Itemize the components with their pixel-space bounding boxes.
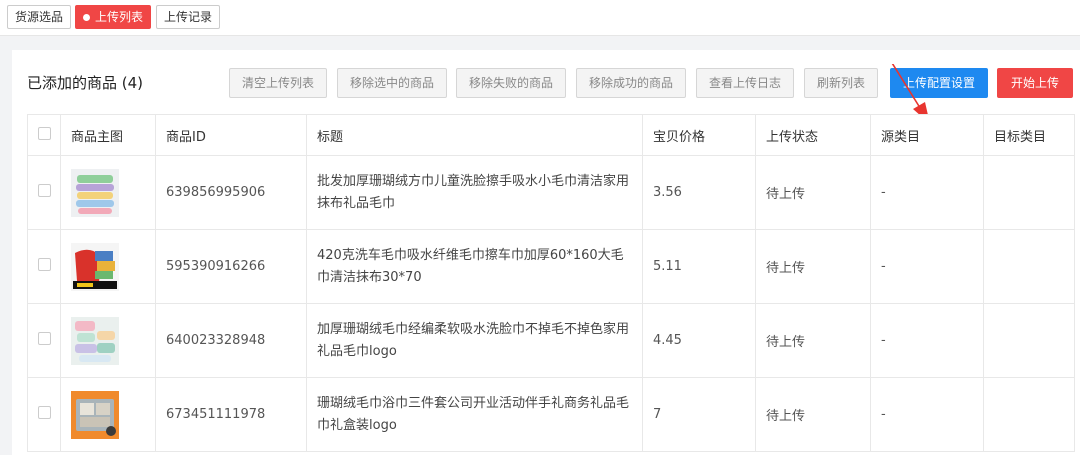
product-title: 加厚珊瑚绒毛巾经编柔软吸水洗脸巾不掉毛不掉色家用礼品毛巾logo [306, 303, 643, 378]
active-dot-icon [83, 14, 90, 21]
upload-status: 待上传 [755, 155, 871, 230]
section-title: 已添加的商品 (4) [27, 74, 144, 92]
remove-success-button[interactable]: 移除成功的商品 [576, 68, 686, 98]
product-thumbnail [71, 316, 119, 365]
source-category: - [870, 303, 984, 378]
source-category: - [870, 229, 984, 304]
table-row[interactable]: 640023328948 加厚珊瑚绒毛巾经编柔软吸水洗脸巾不掉毛不掉色家用礼品毛… [27, 303, 1075, 378]
table-row[interactable]: 595390916266 420克洗车毛巾吸水纤维毛巾擦车巾加厚60*160大毛… [27, 229, 1075, 304]
target-category [983, 303, 1075, 378]
header-main-image: 商品主图 [60, 114, 156, 156]
view-upload-log-button[interactable]: 查看上传日志 [696, 68, 794, 98]
product-price: 5.11 [642, 229, 756, 304]
row-checkbox[interactable] [38, 184, 51, 197]
product-id: 640023328948 [155, 303, 307, 378]
source-category: - [870, 377, 984, 452]
product-thumbnail [71, 168, 119, 217]
upload-status: 待上传 [755, 303, 871, 378]
tab-source-selection[interactable]: 货源选品 [7, 5, 72, 29]
product-title: 420克洗车毛巾吸水纤维毛巾擦车巾加厚60*160大毛巾清洁抹布30*70 [306, 229, 643, 304]
table-header-row: 商品主图 商品ID 标题 宝贝价格 上传状态 源类目 目标类目 [27, 114, 1075, 156]
target-category [983, 229, 1075, 304]
select-all-checkbox[interactable] [38, 126, 51, 140]
row-checkbox[interactable] [38, 406, 51, 419]
product-thumbnail [71, 390, 119, 439]
product-title: 批发加厚珊瑚绒方巾儿童洗脸擦手吸水小毛巾清洁家用抹布礼品毛巾 [306, 155, 643, 230]
refresh-list-button[interactable]: 刷新列表 [804, 68, 878, 98]
header-price: 宝贝价格 [642, 114, 756, 156]
header-product-id: 商品ID [155, 114, 307, 156]
upload-settings-button[interactable]: 上传配置设置 [890, 68, 988, 98]
table-row[interactable]: 639856995906 批发加厚珊瑚绒方巾儿童洗脸擦手吸水小毛巾清洁家用抹布礼… [27, 155, 1075, 230]
tab-upload-records[interactable]: 上传记录 [156, 5, 221, 29]
upload-status: 待上传 [755, 229, 871, 304]
header-upload-status: 上传状态 [755, 114, 871, 156]
upload-list-panel: 已添加的商品 (4) 清空上传列表 移除选中的商品 移除失败的商品 移除成功的商… [12, 50, 1080, 455]
target-category [983, 377, 1075, 452]
product-title: 珊瑚绒毛巾浴巾三件套公司开业活动伴手礼商务礼品毛巾礼盒装logo [306, 377, 643, 452]
top-tab-bar: 货源选品 上传列表 上传记录 [0, 0, 1080, 36]
upload-status: 待上传 [755, 377, 871, 452]
row-checkbox[interactable] [38, 332, 51, 345]
product-id: 673451111978 [155, 377, 307, 452]
table-row[interactable]: 673451111978 珊瑚绒毛巾浴巾三件套公司开业活动伴手礼商务礼品毛巾礼盒… [27, 377, 1075, 452]
remove-selected-button[interactable]: 移除选中的商品 [337, 68, 447, 98]
header-title: 标题 [306, 114, 643, 156]
product-table: 商品主图 商品ID 标题 宝贝价格 上传状态 源类目 目标类目 63985699… [27, 114, 1075, 452]
product-price: 3.56 [642, 155, 756, 230]
product-price: 4.45 [642, 303, 756, 378]
tab-upload-list-label: 上传列表 [95, 10, 144, 24]
product-id: 595390916266 [155, 229, 307, 304]
clear-list-button[interactable]: 清空上传列表 [229, 68, 327, 98]
product-id: 639856995906 [155, 155, 307, 230]
product-thumbnail [71, 242, 119, 291]
remove-failed-button[interactable]: 移除失败的商品 [456, 68, 566, 98]
product-price: 7 [642, 377, 756, 452]
tab-upload-list[interactable]: 上传列表 [75, 5, 152, 29]
target-category [983, 155, 1075, 230]
header-source-category: 源类目 [870, 114, 984, 156]
header-target-category: 目标类目 [983, 114, 1075, 156]
row-checkbox[interactable] [38, 258, 51, 271]
select-all-cell [27, 114, 61, 156]
source-category: - [870, 155, 984, 230]
start-upload-button[interactable]: 开始上传 [997, 68, 1073, 98]
